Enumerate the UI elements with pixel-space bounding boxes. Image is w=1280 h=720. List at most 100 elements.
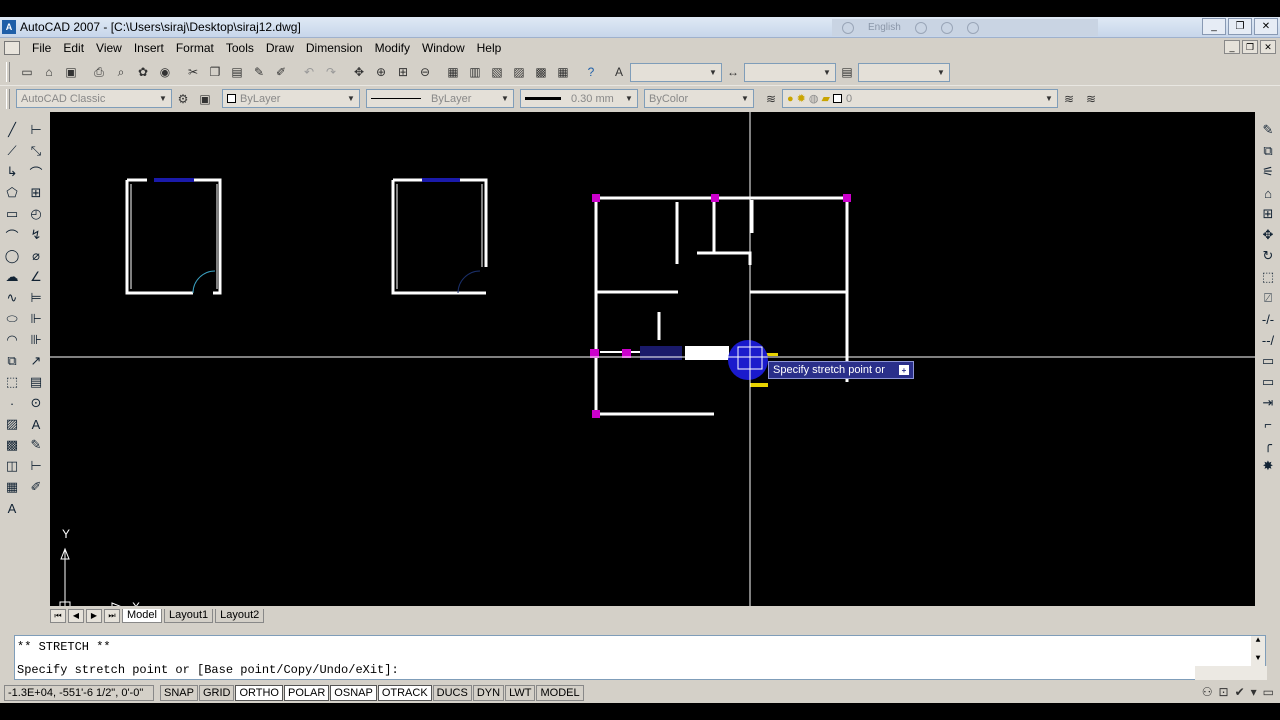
color-combo[interactable]: ByLayer ▼ [222, 89, 360, 108]
toolbar-grip[interactable] [6, 88, 10, 109]
polygon-icon[interactable]: ⬠ [2, 184, 22, 202]
dim-jogged-icon[interactable]: ↯ [26, 226, 46, 244]
region-icon[interactable]: ◫ [2, 457, 22, 475]
paste-icon[interactable]: ▤ [226, 61, 248, 83]
menu-dimension[interactable]: Dimension [300, 41, 369, 55]
line-icon[interactable]: ╱ [2, 121, 22, 139]
properties-icon[interactable]: ▦ [442, 61, 464, 83]
plot-preview-icon[interactable]: ⌕ [110, 61, 132, 83]
lineweight-combo[interactable]: 0.30 mm ▼ [520, 89, 638, 108]
table-icon[interactable]: ▦ [2, 478, 22, 496]
save-workspace-icon[interactable]: ▣ [194, 88, 216, 110]
menu-file[interactable]: File [26, 41, 57, 55]
dimension-style-combo[interactable]: ▼ [744, 62, 836, 82]
coordinate-display[interactable]: -1.3E+04, -551'-6 1/2", 0'-0" [4, 685, 154, 701]
layer-combo[interactable]: ● ✹ ◍ ▰ 0 ▼ [782, 89, 1058, 108]
tooltip-options-icon[interactable]: + [899, 365, 909, 375]
fillet-icon[interactable]: ╭ [1258, 436, 1278, 454]
zoom-window-icon[interactable]: ⊞ [392, 61, 414, 83]
center-mark-icon[interactable]: ⊙ [26, 394, 46, 412]
command-prompt-line[interactable]: Specify stretch point or [Base point/Cop… [17, 663, 399, 677]
grid-toggle[interactable]: GRID [198, 685, 235, 701]
last-tab-button[interactable]: ⏭ [104, 608, 120, 623]
zoom-realtime-icon[interactable]: ⊕ [370, 61, 392, 83]
osnap-toggle[interactable]: OSNAP [330, 685, 377, 701]
copy-icon[interactable]: ❐ [204, 61, 226, 83]
tab-model[interactable]: Model [122, 608, 162, 623]
match-properties-icon[interactable]: ✎ [248, 61, 270, 83]
dim-ordinate-icon[interactable]: ⊞ [26, 184, 46, 202]
multiline-text-icon[interactable]: A [2, 499, 22, 517]
tab-layout2[interactable]: Layout2 [215, 608, 265, 623]
quick-leader-icon[interactable]: ↗ [26, 352, 46, 370]
linetype-combo[interactable]: ByLayer ▼ [366, 89, 514, 108]
menu-view[interactable]: View [90, 41, 128, 55]
doc-close-button[interactable]: ✕ [1260, 40, 1276, 54]
rotate-icon[interactable]: ↻ [1258, 247, 1278, 265]
new-icon[interactable]: ▭ [16, 61, 38, 83]
polar-toggle[interactable]: POLAR [284, 685, 330, 701]
hatch-icon[interactable]: ▨ [2, 415, 22, 433]
toolbar-lock-icon[interactable]: ⊡ [1219, 685, 1229, 699]
menu-help[interactable]: Help [471, 41, 508, 55]
notification-icon[interactable]: ✔ [1235, 685, 1245, 699]
text-style-combo[interactable]: ▼ [630, 62, 722, 82]
dyn-toggle[interactable]: DYN [472, 685, 505, 701]
ellipse-icon[interactable]: ⬭ [2, 310, 22, 328]
quick-dim-icon[interactable]: ⊨ [26, 289, 46, 307]
insert-block-icon[interactable]: ⧉ [2, 352, 22, 370]
block-editor-icon[interactable]: ✐ [270, 61, 292, 83]
workspace-settings-icon[interactable]: ⚙ [172, 88, 194, 110]
explode-icon[interactable]: ✸ [1258, 457, 1278, 475]
ducs-toggle[interactable]: DUCS [432, 685, 472, 701]
zoom-previous-icon[interactable]: ⊖ [414, 61, 436, 83]
ellipse-arc-icon[interactable]: ◠ [2, 331, 22, 349]
make-block-icon[interactable]: ⬚ [2, 373, 22, 391]
dim-diameter-icon[interactable]: ⌀ [26, 247, 46, 265]
table-style-icon[interactable]: ▤ [836, 61, 858, 83]
break-at-point-icon[interactable]: ▭ [1258, 352, 1278, 370]
doc-minimize-button[interactable]: _ [1224, 40, 1240, 54]
workspace-combo[interactable]: AutoCAD Classic ▼ [16, 89, 172, 108]
move-icon[interactable]: ✥ [1258, 226, 1278, 244]
next-tab-button[interactable]: ▶ [86, 608, 102, 623]
layer-previous-icon[interactable]: ≋ [1080, 88, 1102, 110]
otrack-toggle[interactable]: OTRACK [377, 685, 432, 701]
stretch-icon[interactable]: ⍁ [1258, 289, 1278, 307]
menu-tools[interactable]: Tools [220, 41, 260, 55]
mirror-icon[interactable]: ⚟ [1258, 163, 1278, 181]
publish-icon[interactable]: ✿ [132, 61, 154, 83]
calculator-icon[interactable]: ▦ [552, 61, 574, 83]
minimize-button[interactable]: _ [1202, 18, 1226, 35]
chamfer-icon[interactable]: ⌐ [1258, 415, 1278, 433]
make-layer-current-icon[interactable]: ≋ [1058, 88, 1080, 110]
trim-icon[interactable]: -/- [1258, 310, 1278, 328]
help-icon[interactable]: ? [580, 61, 602, 83]
break-icon[interactable]: ▭ [1258, 373, 1278, 391]
dim-baseline-icon[interactable]: ⊩ [26, 310, 46, 328]
table-style-combo[interactable]: ▼ [858, 62, 950, 82]
open-icon[interactable]: ⌂ [38, 61, 60, 83]
arc-icon[interactable]: ⌒ [2, 226, 22, 244]
dimension-style-icon[interactable]: ↔ [722, 61, 744, 83]
dim-style-icon[interactable]: ✐ [26, 478, 46, 496]
drawing-canvas[interactable]: Y X [50, 112, 1255, 606]
prev-tab-button[interactable]: ◀ [68, 608, 84, 623]
scale-icon[interactable]: ⬚ [1258, 268, 1278, 286]
menu-insert[interactable]: Insert [128, 41, 170, 55]
tab-layout1[interactable]: Layout1 [163, 608, 214, 623]
dim-arc-icon[interactable]: ⌒ [26, 163, 46, 181]
point-icon[interactable]: · [2, 394, 22, 412]
extend-icon[interactable]: --/ [1258, 331, 1278, 349]
design-center-icon[interactable]: ▥ [464, 61, 486, 83]
ortho-toggle[interactable]: ORTHO [235, 685, 283, 701]
language-bar[interactable]: English [832, 19, 1098, 36]
polyline-icon[interactable]: ↳ [2, 163, 22, 181]
sheet-set-icon[interactable]: ▨ [508, 61, 530, 83]
layer-manager-icon[interactable]: ≋ [760, 88, 782, 110]
dim-aligned-icon[interactable]: ⤡ [26, 142, 46, 160]
construction-line-icon[interactable]: ⟋ [2, 142, 22, 160]
menu-edit[interactable]: Edit [57, 41, 90, 55]
dim-continue-icon[interactable]: ⊪ [26, 331, 46, 349]
clean-screen-icon[interactable]: ▭ [1263, 685, 1274, 699]
